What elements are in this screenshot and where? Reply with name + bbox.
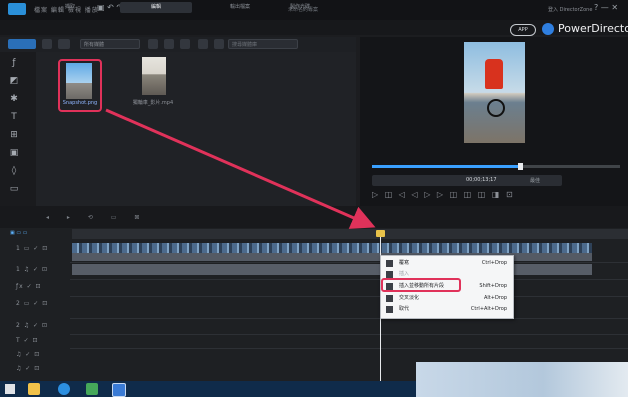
drag-arrow	[105, 108, 376, 229]
internet-explorer-icon[interactable]	[58, 383, 70, 395]
start-button-icon[interactable]	[5, 384, 15, 394]
app-icon[interactable]	[86, 383, 98, 395]
powerdirector-icon[interactable]	[112, 383, 126, 397]
annotation-overlay	[105, 108, 376, 229]
file-explorer-icon[interactable]	[28, 383, 40, 395]
desktop-background	[416, 362, 628, 397]
